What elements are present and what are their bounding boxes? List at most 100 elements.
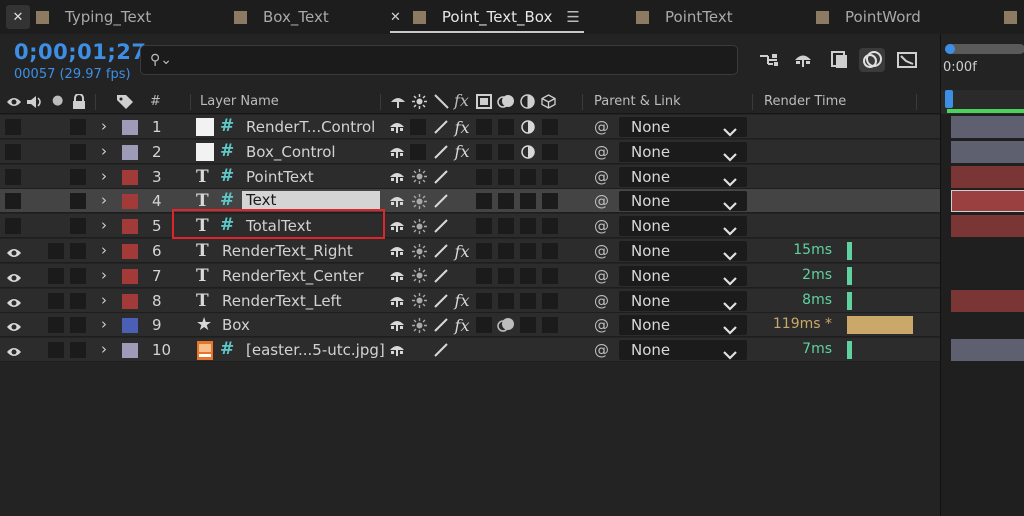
layer-search-input[interactable]: [179, 49, 719, 71]
quality-slash-icon[interactable]: [432, 143, 450, 161]
motion-blur-icon[interactable]: [859, 48, 885, 72]
motion-blur-switch[interactable]: [498, 193, 514, 210]
work-area-bar[interactable]: [947, 109, 1024, 113]
solo-switch[interactable]: [48, 317, 64, 334]
parent-pick-whip-icon[interactable]: @: [594, 168, 609, 186]
shy-layers-icon[interactable]: [790, 48, 816, 72]
shy-switch-icon[interactable]: [388, 143, 406, 161]
composition-mini-flowchart-icon[interactable]: [756, 48, 782, 72]
motion-blur-switch[interactable]: [498, 292, 514, 309]
tab-typing-text[interactable]: Typing_Text: [36, 0, 151, 34]
lock-switch[interactable]: [70, 342, 86, 359]
motion-blur-switch[interactable]: [498, 143, 514, 160]
label-color-swatch[interactable]: [122, 144, 138, 160]
frame-blend-switch[interactable]: [476, 193, 492, 210]
motion-blur-on-icon[interactable]: [497, 316, 515, 334]
shy-switch-icon[interactable]: [388, 192, 406, 210]
motion-blur-switch[interactable]: [498, 243, 514, 259]
parent-dropdown[interactable]: None: [619, 340, 747, 361]
layer-name[interactable]: RenderText_Right: [222, 242, 353, 260]
3d-layer-switch[interactable]: [542, 218, 558, 235]
time-navigator-bar[interactable]: [945, 44, 1024, 54]
3d-layer-switch[interactable]: [542, 292, 558, 309]
layer-row[interactable]: › 4 T # Text @ None: [0, 189, 940, 214]
parent-dropdown[interactable]: None: [619, 315, 747, 336]
layer-row[interactable]: › 2 # Box_Control fx @ None: [0, 139, 940, 164]
lock-switch[interactable]: [70, 218, 86, 235]
motion-blur-switch[interactable]: [498, 267, 514, 284]
motion-blur-switch[interactable]: [498, 218, 514, 235]
layer-name[interactable]: Box: [222, 316, 250, 334]
lock-switch[interactable]: [70, 292, 86, 309]
solo-switch[interactable]: [48, 342, 64, 359]
layer-row[interactable]: › 8 T RenderText_Left fx @ None 8ms: [0, 288, 940, 313]
audio-speaker-icon[interactable]: [26, 95, 44, 109]
quality-slash-icon[interactable]: [432, 316, 450, 334]
lock-switch[interactable]: [70, 168, 86, 185]
expand-chevron-icon[interactable]: ›: [101, 142, 107, 160]
3d-layer-switch[interactable]: [542, 243, 558, 259]
expand-chevron-icon[interactable]: ›: [101, 266, 107, 284]
adjustment-switch[interactable]: [520, 193, 536, 210]
collapse-transform-sun-icon[interactable]: [410, 168, 428, 186]
parent-dropdown[interactable]: None: [619, 117, 747, 137]
tab-point-text-box[interactable]: ✕ Point_Text_Box ☰: [390, 0, 584, 34]
tab-pointword[interactable]: PointWord: [816, 0, 921, 34]
3d-layer-switch[interactable]: [542, 317, 558, 334]
effects-fx-icon[interactable]: fx: [453, 142, 471, 161]
collapse-switch[interactable]: [410, 143, 426, 160]
visibility-eye-icon[interactable]: [6, 318, 21, 332]
label-color-swatch[interactable]: [122, 343, 138, 359]
3d-layer-switch[interactable]: [542, 168, 558, 185]
quality-slash-icon[interactable]: [432, 217, 450, 235]
quality-slash-icon[interactable]: [432, 118, 450, 136]
3d-layer-switch[interactable]: [542, 143, 558, 160]
quality-slash-icon[interactable]: [432, 292, 450, 310]
solo-switch[interactable]: [48, 243, 64, 259]
layer-duration-bar[interactable]: [951, 339, 1024, 362]
collapse-transform-sun-icon[interactable]: [410, 217, 428, 235]
video-eye-icon[interactable]: [6, 96, 22, 108]
3d-layer-switch[interactable]: [542, 267, 558, 284]
quality-slash-icon[interactable]: [432, 267, 450, 285]
collapse-transform-sun-icon[interactable]: [410, 242, 428, 260]
quality-slash-icon[interactable]: [432, 242, 450, 260]
layer-row[interactable]: › 10 # [easter...5-utc.jpg] @ None 7ms: [0, 338, 940, 363]
shy-switch-icon[interactable]: [388, 217, 406, 235]
label-color-swatch[interactable]: [122, 219, 138, 235]
layer-row[interactable]: › 5 T # TotalText @ None: [0, 214, 940, 239]
layer-row[interactable]: › 9 ★ Box fx @ None 119ms *: [0, 313, 940, 338]
label-color-swatch[interactable]: [122, 244, 138, 259]
parent-dropdown[interactable]: None: [619, 216, 747, 237]
expand-chevron-icon[interactable]: ›: [101, 216, 107, 234]
collapse-transform-sun-icon[interactable]: [410, 292, 428, 310]
lock-icon[interactable]: [72, 94, 86, 109]
parent-dropdown[interactable]: None: [619, 166, 747, 187]
expand-chevron-icon[interactable]: ›: [101, 340, 107, 358]
quality-slash-icon[interactable]: [432, 168, 450, 186]
layer-row[interactable]: › 6 T RenderText_Right fx @ None 15ms: [0, 239, 940, 263]
parent-pick-whip-icon[interactable]: @: [594, 292, 609, 310]
tab-box-text[interactable]: Box_Text: [234, 0, 329, 34]
visibility-switch[interactable]: [5, 119, 21, 135]
expand-chevron-icon[interactable]: ›: [101, 117, 107, 135]
solo-switch[interactable]: [48, 267, 64, 284]
timeline-ruler[interactable]: [941, 90, 1024, 114]
layer-name[interactable]: [easter...5-utc.jpg]: [246, 341, 385, 359]
layer-duration-bar[interactable]: [951, 140, 1024, 163]
parent-pick-whip-icon[interactable]: @: [594, 192, 609, 210]
collapse-switch[interactable]: [410, 119, 426, 135]
label-color-swatch[interactable]: [122, 169, 138, 185]
layer-duration-bar[interactable]: [951, 165, 1024, 188]
parent-pick-whip-icon[interactable]: @: [594, 341, 609, 359]
shy-switch-icon[interactable]: [388, 242, 406, 260]
parent-pick-whip-icon[interactable]: @: [594, 143, 609, 161]
frame-blend-switch[interactable]: [476, 168, 492, 185]
shy-switch-icon[interactable]: [388, 341, 406, 359]
parent-dropdown[interactable]: None: [619, 290, 747, 311]
visibility-switch[interactable]: [5, 143, 21, 160]
layer-name[interactable]: RenderT...Control: [246, 118, 375, 136]
frame-blend-switch[interactable]: [476, 243, 492, 259]
graph-editor-icon[interactable]: [894, 48, 920, 72]
solo-icon[interactable]: ●: [52, 93, 63, 108]
